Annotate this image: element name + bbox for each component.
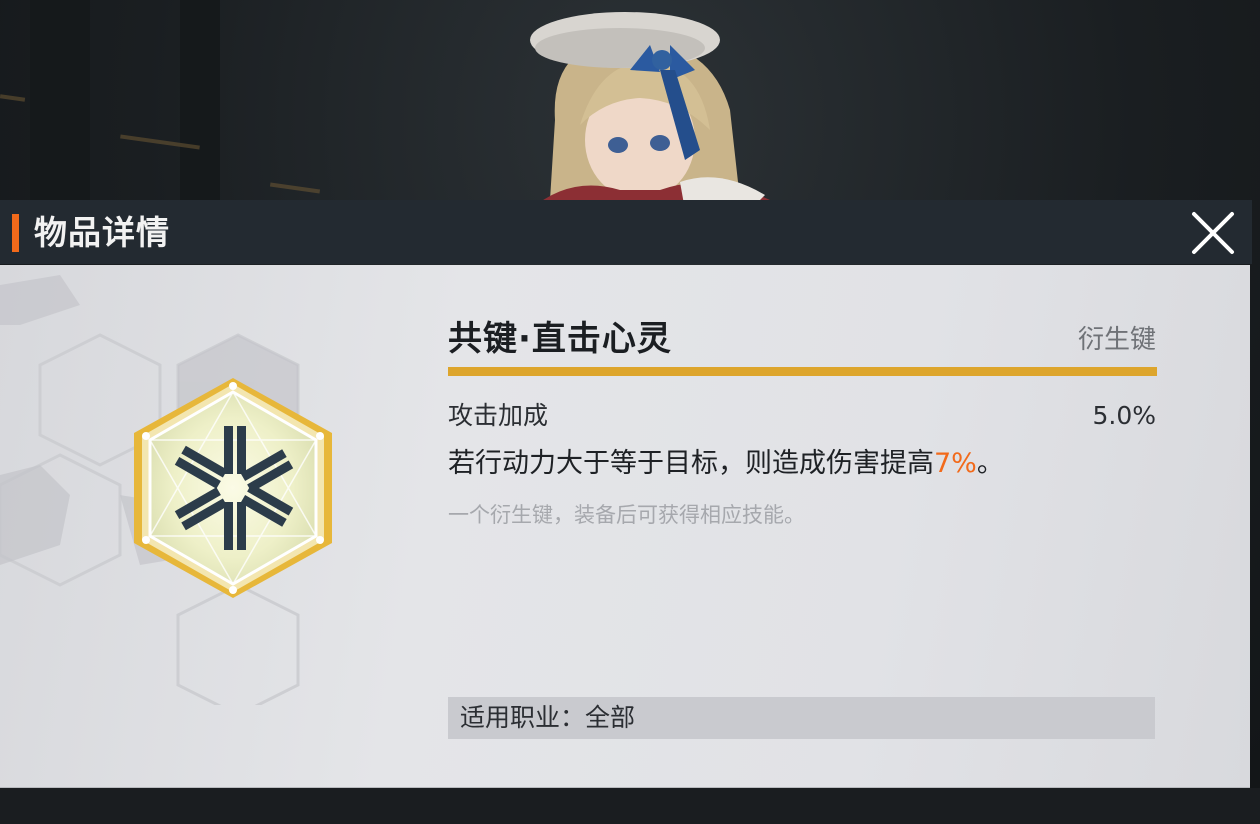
close-button[interactable] bbox=[1188, 208, 1238, 258]
character-illustration bbox=[530, 12, 770, 210]
header-accent-bar bbox=[12, 214, 19, 252]
page-title: 物品详情 bbox=[34, 213, 170, 252]
stat-label: 攻击加成 bbox=[448, 401, 549, 430]
stat-value: 5.0% bbox=[1092, 401, 1156, 430]
item-name: 共键·直击心灵 bbox=[448, 319, 672, 359]
background-pillar bbox=[30, 0, 90, 200]
effect-text: 若行动力大于等于目标，则造成伤害提高7%。 bbox=[448, 444, 1004, 484]
effect-highlight-value: 7% bbox=[934, 448, 977, 479]
background-beam bbox=[269, 182, 321, 194]
bottom-backdrop bbox=[0, 788, 1260, 824]
item-type-label: 衍生键 bbox=[1077, 325, 1156, 355]
close-icon bbox=[1192, 212, 1234, 254]
effect-prefix: 若行动力大于等于目标，则造成伤害提高 bbox=[448, 448, 934, 479]
effect-suffix: 。 bbox=[976, 448, 1004, 479]
background-pillar bbox=[180, 0, 220, 200]
class-restriction-text: 适用职业：全部 bbox=[460, 703, 636, 732]
item-description: 一个衍生键，装备后可获得相应技能。 bbox=[448, 503, 805, 527]
title-underline bbox=[448, 367, 1157, 376]
background-beam bbox=[0, 94, 26, 102]
item-detail-header bbox=[0, 200, 1252, 264]
keystone-emblem-icon bbox=[134, 378, 332, 598]
